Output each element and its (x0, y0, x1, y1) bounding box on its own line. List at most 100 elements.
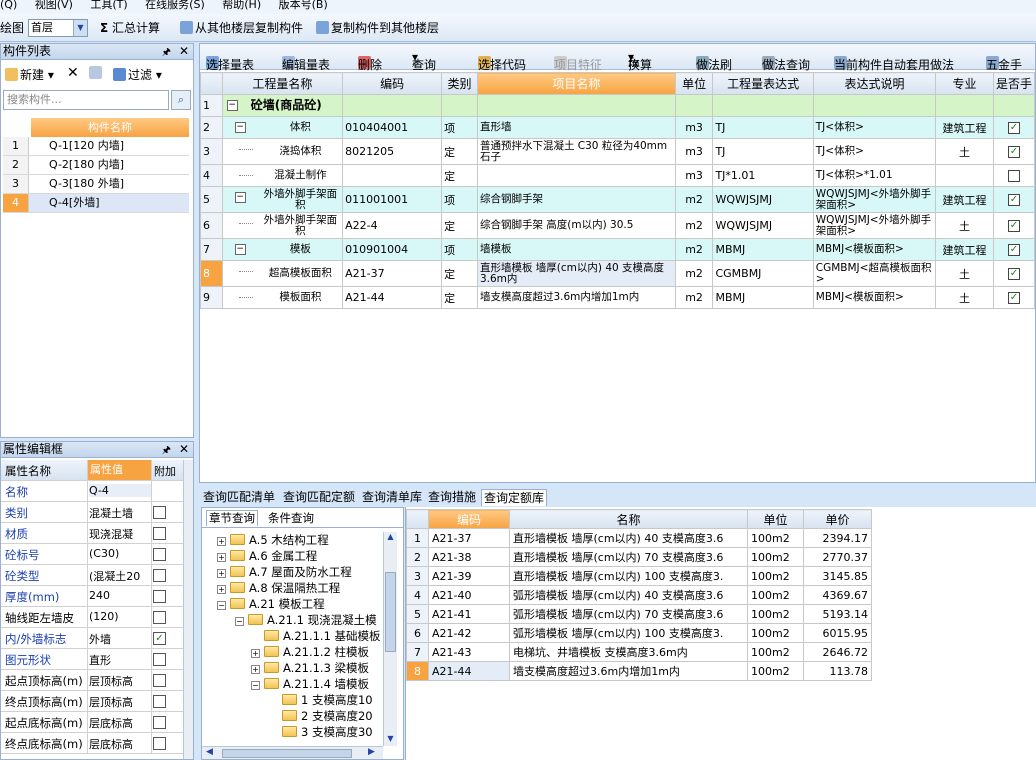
table-row[interactable]: 4 A21-40 弧形墙模板 墙厚(cm以内) 40 支模高度3.6 100m2 436… (406, 585, 872, 605)
checkbox[interactable] (153, 590, 166, 603)
cell-expr[interactable]: MBMJ (712, 238, 814, 261)
search-icon[interactable]: ⌕ (171, 90, 191, 110)
cell-name[interactable]: − 模板 (221, 238, 344, 261)
cell-desc[interactable]: TJ<体积> (812, 138, 937, 165)
cell-desc[interactable]: WQWJSJMJ<外墙外脚手架面积> (812, 186, 937, 213)
col-manual[interactable]: 是否手 (992, 72, 1035, 95)
cell-unit[interactable]: m2 (674, 186, 714, 213)
property-row[interactable]: 厚度(mm) 240 (1, 586, 183, 607)
cell-code[interactable]: A21-42 (428, 623, 510, 643)
cell-unit[interactable]: 100m2 (747, 585, 804, 605)
cell-name[interactable]: − 外墙外脚手架面积 (221, 186, 344, 213)
list-item[interactable]: 2 Q-2[180 内墙] (3, 156, 189, 175)
cell-code[interactable]: A21-39 (428, 566, 510, 586)
cell-proj[interactable]: 墙支模高度超过3.6m内增加1m内 (476, 286, 676, 309)
tree-node[interactable]: A.21.1 现浇混凝土模 (248, 613, 377, 629)
cell-expr[interactable]: MBMJ (712, 286, 814, 309)
cell-unit[interactable]: m2 (674, 212, 714, 239)
expand-icon[interactable]: + (251, 665, 260, 674)
tree-node[interactable]: A.21 模板工程 (230, 597, 325, 613)
cell-name[interactable]: − 体积 (221, 116, 344, 139)
cell-desc[interactable]: MBMJ<模板面积> (812, 238, 937, 261)
cell-manual[interactable]: ✓ (992, 212, 1035, 239)
checkbox[interactable] (1007, 170, 1020, 182)
tree-node[interactable]: 2 支模高度20 (282, 709, 373, 725)
tab-list-library[interactable]: 查询清单库 (362, 489, 422, 506)
checkbox[interactable] (153, 674, 166, 687)
tree-node[interactable]: A.8 保温隔热工程 (230, 581, 340, 597)
property-row[interactable]: 终点底标高(m) 层底标高 (1, 733, 183, 754)
cell-cat[interactable]: 定 (441, 260, 478, 287)
cell-name[interactable]: 电梯坑、井墙模板 支模高度3.6m内 (509, 642, 748, 662)
cell-code[interactable]: A21-40 (428, 585, 510, 605)
cell-cat[interactable]: 定 (441, 212, 478, 239)
cell-proj[interactable] (476, 164, 676, 187)
cell-unit[interactable]: m3 (674, 116, 714, 139)
property-value[interactable]: (混凝土20 (89, 568, 151, 584)
table-row[interactable]: 6 外墙外脚手架面积 A22-4 定综合钢脚手架 高度(m以内) 30.5 m2 WQWJ… (200, 212, 1035, 239)
cell-price[interactable]: 2770.37 (803, 547, 872, 567)
cell-name[interactable]: 墙支模高度超过3.6m内增加1m内 (509, 661, 748, 681)
scroll-thumb[interactable] (385, 572, 396, 652)
cell-code[interactable]: A21-38 (428, 547, 510, 567)
property-value[interactable]: 层底标高 (89, 736, 151, 752)
expand-icon[interactable]: + (217, 569, 226, 578)
list-item[interactable]: 1 Q-1[120 内墙] (3, 137, 189, 156)
cell-code[interactable] (342, 94, 443, 117)
cell-unit[interactable] (674, 94, 714, 117)
checkbox[interactable] (153, 695, 166, 708)
table-row[interactable]: 2 A21-38 直形墙模板 墙厚(cm以内) 70 支模高度3.6 100m2 277… (406, 547, 872, 567)
cell-code[interactable]: 011001001 (342, 186, 443, 213)
cell-major[interactable] (935, 94, 994, 117)
collapse-icon[interactable]: − (234, 122, 246, 133)
cell-manual[interactable]: ✓ (992, 260, 1035, 287)
cell-cat[interactable] (441, 94, 478, 117)
cell-unit[interactable]: m3 (674, 164, 714, 187)
tab-measures[interactable]: 查询措施 (428, 489, 476, 506)
cell-code[interactable]: A21-44 (342, 286, 443, 309)
cell-cat[interactable]: 定 (441, 164, 478, 187)
cell-price[interactable]: 113.78 (803, 661, 872, 681)
cell-proj[interactable]: 综合钢脚手架 高度(m以内) 30.5 (476, 212, 676, 239)
menu-item-help[interactable]: 帮助(H) (222, 0, 261, 11)
table-row[interactable]: 5 A21-41 弧形墙模板 墙厚(cm以内) 70 支模高度3.6 100m2 519… (406, 604, 872, 624)
tree-node[interactable]: A.7 屋面及防水工程 (230, 565, 352, 581)
table-row[interactable]: 9 模板面积 A21-44 定墙支模高度超过3.6m内增加1m内 m2 MBMJ MBMJ<… (200, 286, 1035, 309)
pin-icon[interactable]: 🖈 (162, 443, 171, 458)
expand-icon[interactable]: + (217, 585, 226, 594)
collapse-icon[interactable]: − (234, 192, 246, 203)
property-row[interactable]: 轴线距左墙皮 (120) (1, 607, 183, 628)
col-code[interactable]: 编码 (342, 72, 443, 95)
cell-unit[interactable]: 100m2 (747, 661, 804, 681)
property-value[interactable]: Q-4 (89, 484, 151, 497)
cell-proj[interactable]: 综合钢脚手架 (476, 186, 676, 213)
cell-code[interactable]: A21-44 (428, 661, 510, 681)
cell-unit[interactable]: 100m2 (747, 604, 804, 624)
pin-icon[interactable]: 🖈 (162, 45, 171, 60)
menu-item-online[interactable]: 在线服务(S) (145, 0, 205, 11)
close-icon[interactable]: ✕ (179, 44, 189, 59)
property-value[interactable]: 层底标高 (89, 715, 151, 731)
table-row[interactable]: 8 A21-44 墙支模高度超过3.6m内增加1m内 100m2 113.78 (406, 661, 872, 681)
cell-cat[interactable]: 项 (441, 238, 478, 261)
cell-manual[interactable]: ✓ (992, 238, 1035, 261)
cell-code[interactable]: 010901004 (342, 238, 443, 261)
menu-item-view[interactable]: 视图(V) (35, 0, 73, 11)
cell-name[interactable]: 弧形墙模板 墙厚(cm以内) 40 支模高度3.6 (509, 585, 748, 605)
property-value[interactable]: 层顶标高 (89, 694, 151, 710)
filter-button[interactable]: 过滤 ▾ (113, 66, 162, 83)
scroll-up-icon[interactable]: ▲ (385, 532, 396, 544)
property-value[interactable]: 直形 (89, 652, 151, 668)
checkbox[interactable] (153, 737, 166, 750)
cell-manual[interactable]: ✓ (992, 286, 1035, 309)
cell-expr[interactable]: TJ*1.01 (712, 164, 814, 187)
cell-major[interactable]: 土 (935, 212, 994, 239)
cell-major[interactable]: 土 (935, 260, 994, 287)
cell-price[interactable]: 3145.85 (803, 566, 872, 586)
checkbox[interactable] (153, 548, 166, 561)
col-quota-name[interactable]: 名称 (509, 509, 748, 529)
cell-name[interactable]: 直形墙模板 墙厚(cm以内) 100 支模高度3. (509, 566, 748, 586)
col-quota-code[interactable]: 编码 (428, 509, 510, 529)
cell-expr[interactable]: CGMBMJ (712, 260, 814, 287)
cell-desc[interactable]: TJ<体积> (812, 116, 937, 139)
